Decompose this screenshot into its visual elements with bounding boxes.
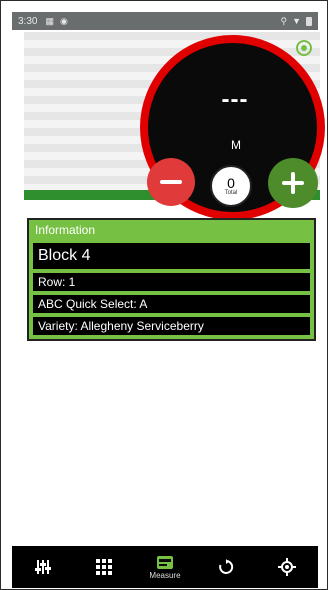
notification-icon: ▦	[45, 15, 54, 26]
measurement-value: ---	[221, 86, 249, 113]
nav-item-sliders[interactable]	[17, 558, 69, 576]
total-count: 0	[227, 175, 235, 191]
battery-icon	[306, 16, 312, 26]
sliders-icon	[34, 560, 51, 574]
settings-icon	[278, 558, 297, 576]
information-header: Information	[35, 223, 96, 237]
status-bar: 3:30 ▦ ◉ ⚲ ▼	[12, 12, 318, 30]
information-panel: Information Block 4 Row: 1 ABC Quick Sel…	[27, 218, 316, 341]
refresh-icon	[219, 559, 234, 574]
minus-icon	[160, 180, 182, 184]
total-label: Total	[224, 190, 238, 196]
location-icon: ⚲	[280, 15, 288, 26]
row-value: Row: 1	[32, 272, 311, 292]
total-badge: 0 Total	[210, 165, 252, 207]
block-name: Block 4	[32, 242, 311, 270]
decrement-button[interactable]	[147, 158, 195, 206]
gps-icon[interactable]	[296, 40, 312, 56]
nav-item-measure[interactable]: Measure	[139, 554, 191, 580]
nav-item-refresh[interactable]	[200, 559, 252, 575]
sync-icon: ◉	[59, 15, 68, 26]
bottom-nav: Measure	[12, 546, 318, 588]
measure-icon	[156, 556, 173, 569]
grid-icon	[95, 559, 112, 575]
nav-item-settings[interactable]	[261, 558, 313, 576]
measurement-unit: M	[231, 138, 241, 152]
abc-quick-select: ABC Quick Select: A	[32, 294, 311, 314]
status-time: 3:30	[18, 15, 38, 27]
nav-item-grid[interactable]	[78, 558, 130, 576]
increment-button[interactable]	[268, 158, 318, 208]
measure-label: Measure	[149, 571, 181, 580]
variety-value: Variety: Allegheny Serviceberry	[32, 316, 311, 336]
wifi-icon: ▼	[292, 16, 301, 26]
